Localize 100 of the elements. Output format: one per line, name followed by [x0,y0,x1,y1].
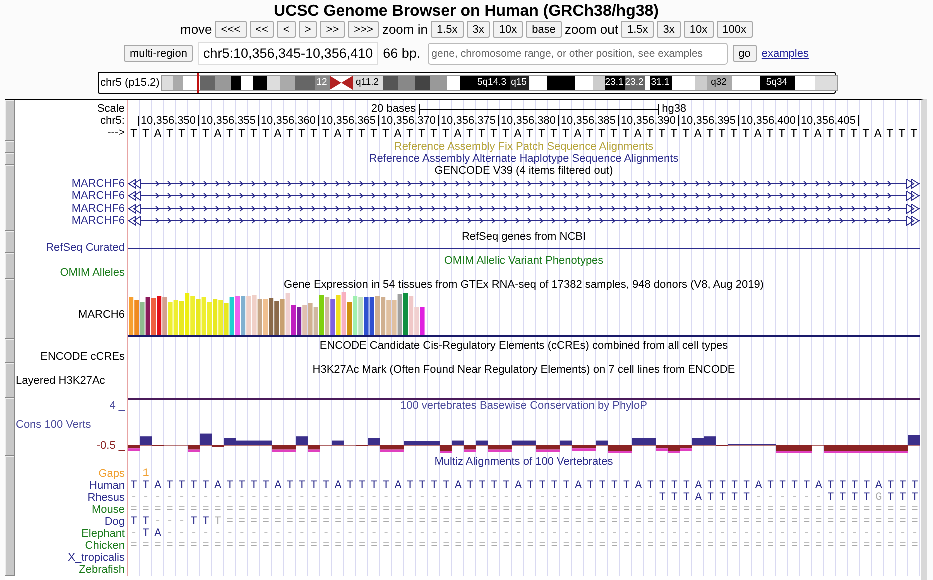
zoom-out-label: zoom out [565,22,618,37]
species-label: Mouse [90,504,126,516]
ruler-tick-label: 10,356,360 [260,115,319,126]
gene-label: MARCHF6 [70,202,126,215]
go-button[interactable]: go [732,45,757,62]
species-label: Zebrafish [78,564,126,576]
axis-label: -0.5 _ [96,440,126,452]
chromosome-band [294,76,314,90]
multi-region-button[interactable]: multi-region [124,45,194,62]
chromosome-band [398,76,414,90]
alignment-sequence: ================================================================== [130,504,920,516]
chromosome-band [814,76,836,90]
gene-label: MARCHF6 [70,178,126,190]
species-label: Chicken [84,540,126,552]
ruler-tick-label: 10,356,365 [320,115,379,126]
chromosome-band [252,76,266,90]
ruler-tick-label: 10,356,355 [200,115,259,126]
track-title: H3K27Ac Mark (Often Found Near Regulatory Elements) on 7 cell lines from ENCODE [312,364,736,376]
ruler-tick-label: 10,356,350 [140,115,199,126]
species-label: Human [88,480,126,492]
zoom-in-button[interactable]: 10x [493,21,524,38]
chromosome-band: 23.1 [604,76,624,90]
gene-drawing[interactable] [128,204,920,214]
chromosome-band [162,76,172,90]
chromosome-label: chr5: [100,115,126,127]
track-title: ENCODE Candidate Cis-Regulatory Elements (cCREs) combined from all cell types [318,340,730,352]
chromosome-band: 12 [314,76,330,90]
chromosome-band [172,76,182,90]
gene-label: MARCHF6 [70,214,126,228]
ruler-tick-label: 10,356,405 [800,115,859,126]
centromere-icon [330,76,352,90]
alignment-sequence: ================================================================== [130,540,920,552]
position-marker [196,73,198,93]
chromosome-band [266,76,280,90]
track-title: Gene Expression in 54 tissues from GTEx RNA-seq of 17382 samples, 948 donors (V8, Aug 2019) [283,279,765,291]
move-button[interactable]: < [277,21,296,38]
strand-label: ---> [106,127,126,139]
move-button[interactable]: >>> [348,21,380,38]
gap-count: 1 [142,468,156,480]
move-button[interactable]: <<< [215,21,247,38]
zoom-out-button[interactable]: 1.5x [621,21,654,38]
ruler-tick-label: 10,356,395 [680,115,739,126]
ruler-tick-label: 10,356,390 [620,115,679,126]
gene-drawing[interactable] [128,191,920,202]
chromosome-band [546,76,562,90]
zoom-in-button[interactable]: base [526,21,562,38]
track-title: RefSeq genes from NCBI [460,231,588,243]
track-label: Cons 100 Verts [15,419,92,431]
species-label: Elephant [80,528,126,540]
gene-drawing[interactable] [128,179,920,190]
dna-sequence: TTATTTTATTTTATTTTATTTTATTTTATTTTATTTTATTTTATTTTATTTTATTTTATTTTATTT [129,128,920,141]
gene-label: MARCHF6 [70,190,126,203]
move-label: move [180,22,212,37]
zoom-out-button[interactable]: 3x [657,21,681,38]
scale-label: 20 bases [371,103,416,115]
ruler-tick-label: 10,356,370 [380,115,439,126]
chromosome-band: q32 [706,76,732,90]
position-display: chr5:10,356,345-10,356,410 [198,42,378,65]
track-title: 100 vertebrates Basewise Conservation by PhyloP [399,400,649,412]
expression-bars-drawing[interactable] [128,291,920,337]
ruler-tick-label: 10,356,380 [500,115,559,126]
gaps-label: Gaps [98,468,126,480]
chromosome-band [460,76,474,90]
region-size: 66 bp. [383,46,421,61]
zoom-in-button[interactable]: 3x [466,21,490,38]
species-label: X_tropicalis [67,552,126,564]
move-button[interactable]: << [250,21,274,38]
ruler-tick-label: 10,356,400 [740,115,799,126]
gene-drawing[interactable] [128,216,920,226]
chromosome-band: 5q34 [760,76,794,90]
chromosome-band: q15 [510,76,528,90]
move-button[interactable]: >> [320,21,346,38]
zoom-out-button[interactable]: 100x [716,21,753,38]
track-label: OMIM Alleles [59,267,126,279]
chromosome-band [414,76,430,90]
track-title: Multiz Alignments of 100 Vertebrates [434,456,614,468]
move-button[interactable]: > [298,21,318,38]
gene-label: MARCH6 [78,309,126,321]
chromosome-label: chr5 (p15.2) [100,77,160,89]
conservation-bars[interactable] [128,434,920,454]
scale-label: Scale [96,103,126,115]
zoom-out-button[interactable]: 10x [684,21,714,38]
axis-label: 4 _ [108,400,126,412]
examples-link[interactable]: examples [762,48,809,60]
track-label: RefSeq Curated [45,242,126,253]
species-label: Rhesus [86,492,126,504]
chromosome-band: 5q14.3 [474,76,510,90]
track-title: Reference Assembly Alternate Haplotype Sequence Alignments [368,153,680,165]
zoom-in-button[interactable]: 1.5x [430,21,464,38]
chromosome-ideogram[interactable]: chr5 (p15.2) 12 q11.2 5q14.3 q15 23.1 23.2 31.1 q32 5q34 [98,72,836,94]
track-label: Layered H3K27Ac [15,375,106,387]
chromosome-band [430,76,446,90]
track-title: Reference Assembly Fix Patch Sequence Alignments [393,141,655,153]
chromosome-band: 31.1 [650,76,672,90]
track-title: OMIM Allelic Variant Phenotypes [443,255,605,267]
ruler-tick-label: 10,356,375 [440,115,499,126]
search-field[interactable]: gene, chromosome range, or other position, see examples [428,42,728,64]
zoom-in-label: zoom in [382,22,428,37]
page-title: UCSC Genome Browser on Human (GRCh38/hg38) [274,2,659,20]
track-title: GENCODE V39 (4 items filtered out) [434,165,614,177]
